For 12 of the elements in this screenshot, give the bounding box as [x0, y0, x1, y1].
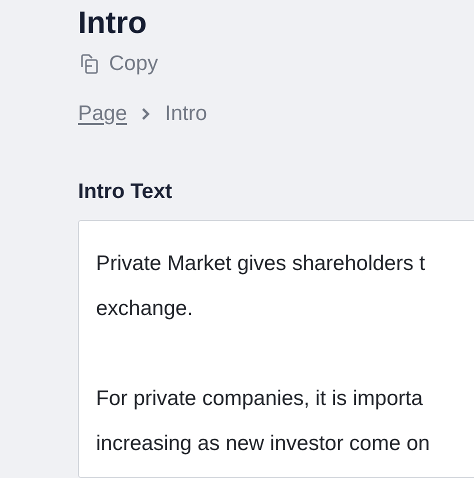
- text-area[interactable]: Private Market gives shareholders t exchange. For private companies, it is importa increasing as new investor come on: [78, 220, 474, 478]
- chevron-right-icon: [141, 107, 152, 121]
- page-title: Intro: [78, 4, 147, 42]
- field-label: Intro Text: [78, 179, 172, 205]
- breadcrumb-link[interactable]: Page: [78, 101, 128, 127]
- breadcrumb-current: Intro: [165, 101, 208, 127]
- text-line: Private Market gives shareholders t: [96, 251, 426, 277]
- copy-icon: [78, 53, 100, 75]
- text-line: exchange.: [96, 296, 193, 322]
- copy-button[interactable]: Copy: [78, 51, 158, 77]
- text-line: For private companies, it is importa: [96, 386, 423, 412]
- text-line: increasing as new investor come on: [96, 431, 430, 457]
